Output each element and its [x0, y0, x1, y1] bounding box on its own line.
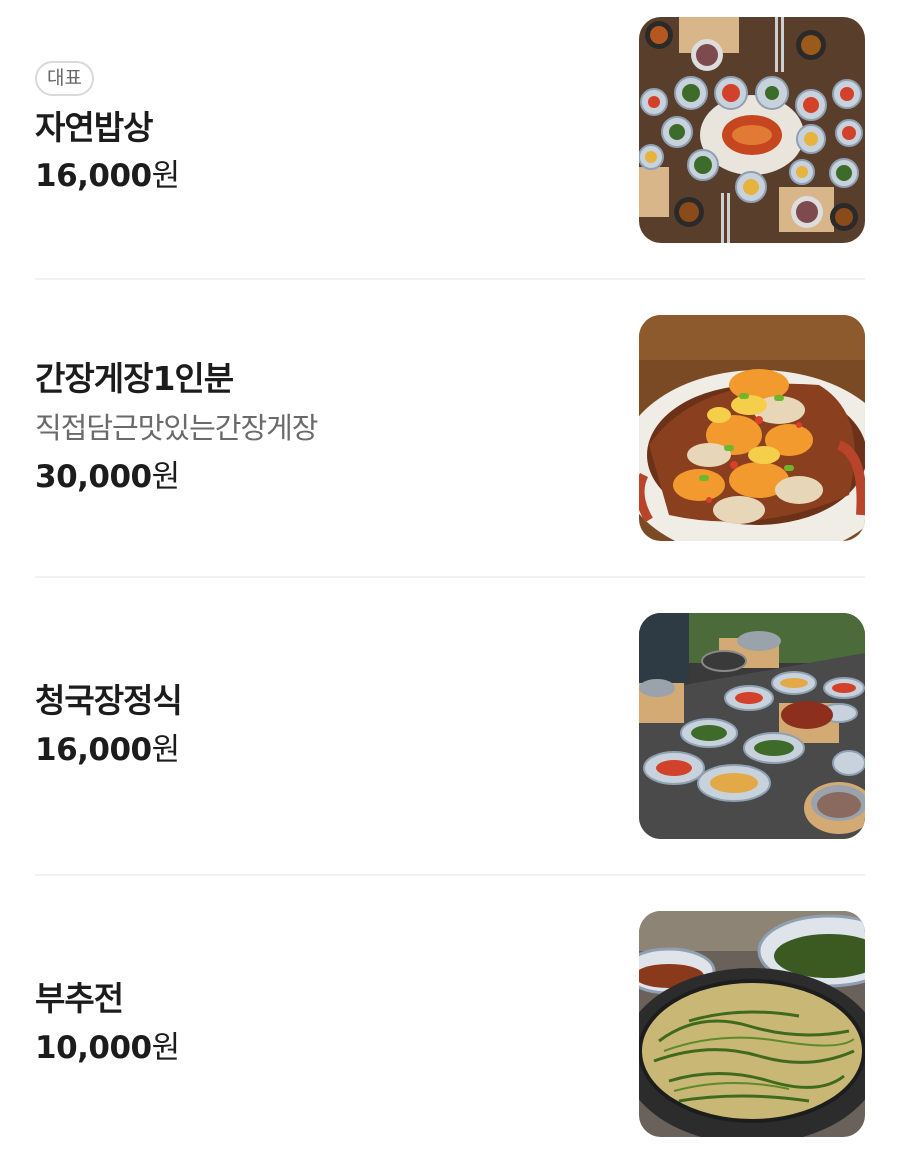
- soy-crab-photo[interactable]: [639, 315, 865, 541]
- price-value: 16,000: [35, 731, 152, 768]
- price-value: 10,000: [35, 1029, 152, 1066]
- menu-item-info: 대표 자연밥상 16,000원: [35, 17, 615, 243]
- chive-pancake-photo[interactable]: [639, 911, 865, 1137]
- menu-item-ganjang-gejang[interactable]: 간장게장1인분 직접담근맛있는간장게장 30,000원: [35, 315, 865, 541]
- menu-item-name: 청국장정식: [35, 681, 183, 721]
- chive-pancake-image: [639, 911, 865, 1137]
- menu-item-price: 10,000원: [35, 1026, 615, 1071]
- price-value: 30,000: [35, 458, 152, 495]
- price-currency: 원: [151, 731, 181, 768]
- menu-item-price: 16,000원: [35, 154, 615, 199]
- menu-divider: [35, 576, 865, 578]
- soy-crab-image: [639, 315, 865, 541]
- menu-item-price: 16,000원: [35, 728, 615, 773]
- cheonggukjang-set-image: [639, 613, 865, 839]
- korean-table-setting-image: [639, 17, 865, 243]
- menu-divider: [35, 278, 865, 280]
- price-currency: 원: [151, 158, 181, 195]
- menu-item-info: 부추전 10,000원: [35, 911, 615, 1137]
- price-currency: 원: [151, 458, 181, 495]
- menu-list: 대표 자연밥상 16,000원 간장게장1인분 직접담근맛있는간장게장 30,0…: [0, 0, 900, 1149]
- menu-item-buchujeon[interactable]: 부추전 10,000원: [35, 911, 865, 1137]
- menu-item-info: 청국장정식 16,000원: [35, 613, 615, 839]
- price-value: 16,000: [35, 158, 152, 195]
- korean-table-setting-photo[interactable]: [639, 17, 865, 243]
- menu-item-name: 부추전: [35, 979, 124, 1019]
- menu-item-jayeon-bapsang[interactable]: 대표 자연밥상 16,000원: [35, 17, 865, 243]
- menu-item-description: 직접담근맛있는간장게장: [35, 411, 318, 446]
- signature-badge: 대표: [35, 60, 94, 96]
- cheonggukjang-set-photo[interactable]: [639, 613, 865, 839]
- menu-item-name: 자연밥상: [35, 107, 153, 147]
- menu-item-price: 30,000원: [35, 455, 615, 500]
- menu-divider: [35, 874, 865, 876]
- menu-item-name: 간장게장1인분: [35, 358, 234, 398]
- menu-item-info: 간장게장1인분 직접담근맛있는간장게장 30,000원: [35, 315, 615, 541]
- menu-item-cheonggukjang-jeongsik[interactable]: 청국장정식 16,000원: [35, 613, 865, 839]
- price-currency: 원: [151, 1029, 181, 1066]
